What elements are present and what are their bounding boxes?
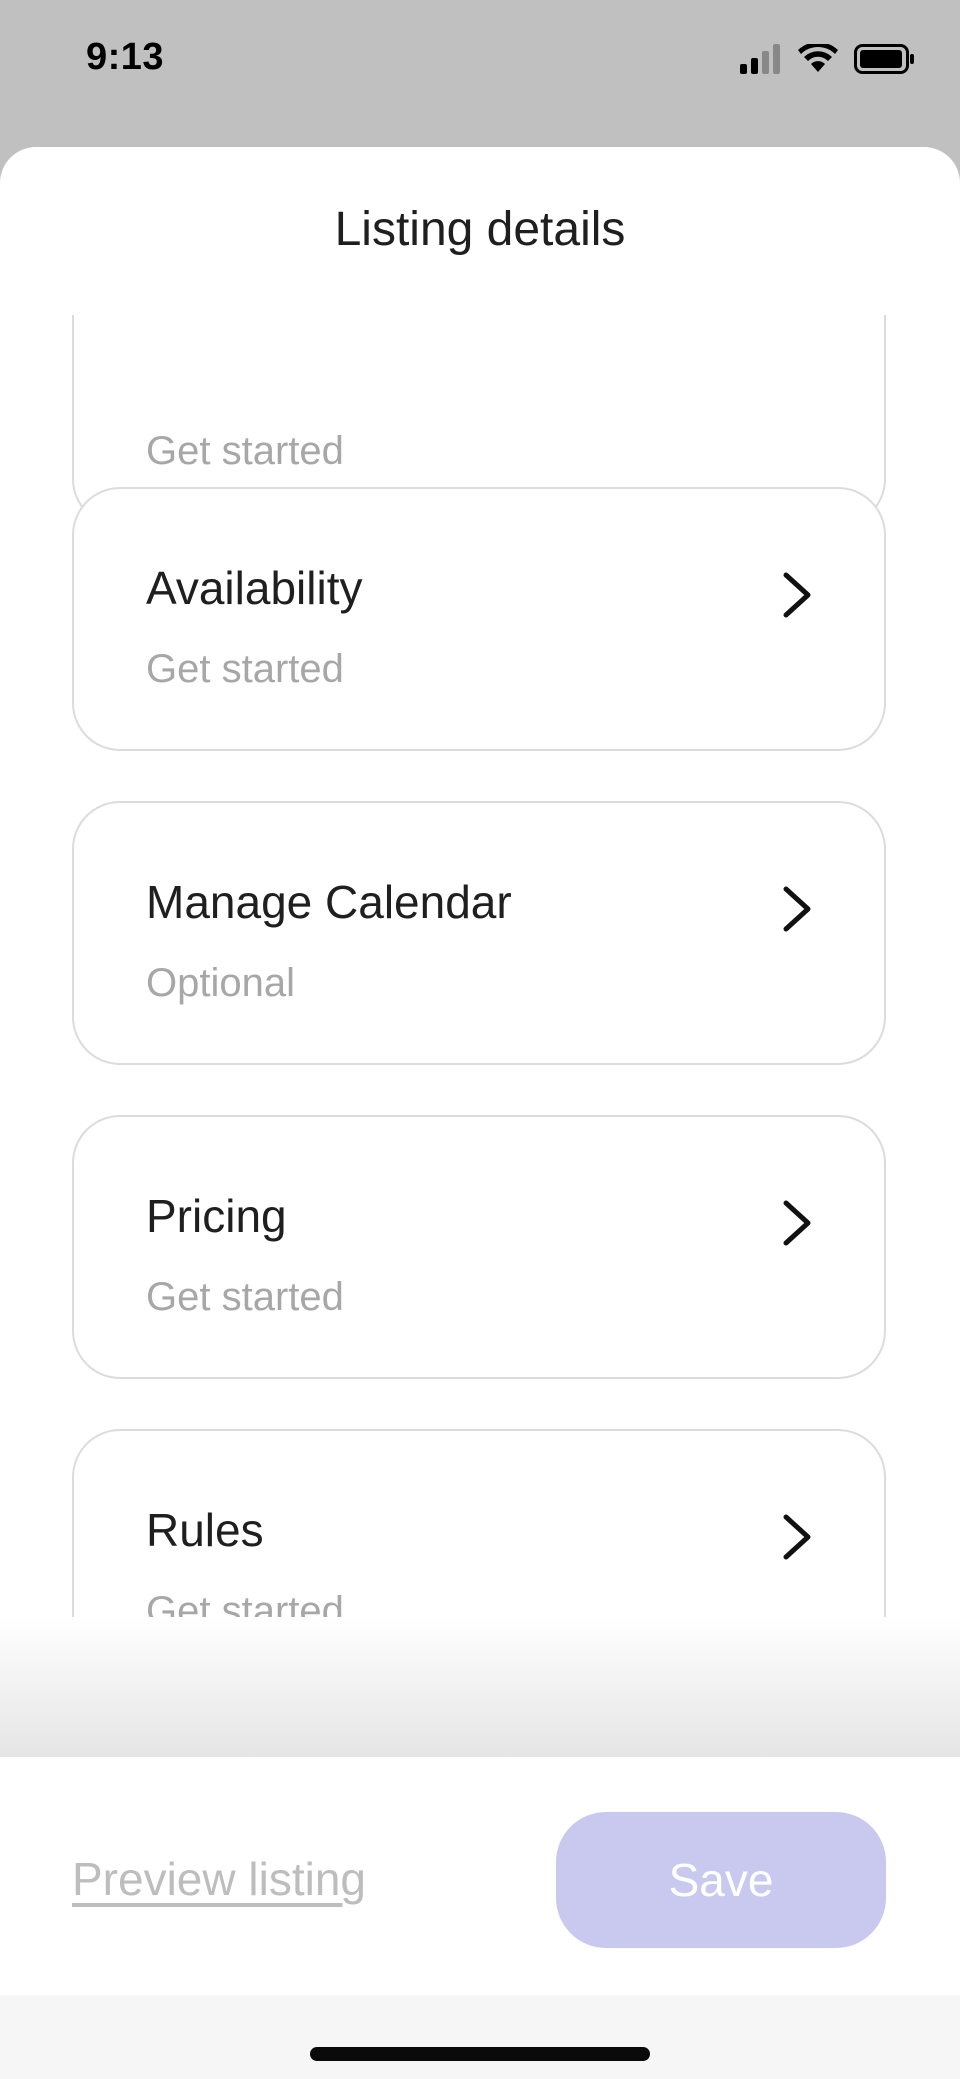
- footer-bar: Preview listing Save: [0, 1767, 960, 1995]
- wifi-icon: [798, 44, 838, 72]
- card-subtitle: Get started: [146, 647, 344, 691]
- status-icons: [740, 44, 916, 74]
- card-manage-calendar[interactable]: Manage Calendar Optional: [72, 801, 886, 1065]
- card-rules[interactable]: Rules Get started: [72, 1429, 886, 1617]
- chevron-right-icon: [783, 572, 811, 618]
- status-time: 9:13: [86, 36, 165, 78]
- card-title: Availability: [146, 562, 363, 614]
- card-title: Rules: [146, 1504, 264, 1556]
- save-button[interactable]: Save: [556, 1812, 886, 1948]
- card-title: Manage Calendar: [146, 876, 512, 928]
- home-indicator-area: [0, 1995, 960, 2079]
- status-bar: 9:13: [0, 0, 960, 130]
- scroll-fade: [0, 1617, 960, 1757]
- card-pricing[interactable]: Pricing Get started: [72, 1115, 886, 1379]
- card-subtitle: Get started: [146, 1589, 344, 1617]
- card-subtitle: Optional: [146, 961, 295, 1005]
- card-availability[interactable]: Availability Get started: [72, 487, 886, 751]
- chevron-right-icon: [783, 1514, 811, 1560]
- cards-scroll-area[interactable]: Get started Availability Get started Man…: [0, 315, 960, 1617]
- card-title: Pricing: [146, 1190, 287, 1242]
- home-indicator[interactable]: [310, 2047, 650, 2061]
- card-subtitle: Get started: [146, 1275, 344, 1319]
- chevron-right-icon: [783, 886, 811, 932]
- chevron-right-icon: [783, 1200, 811, 1246]
- listing-details-sheet: Listing details Get started Availability…: [0, 147, 960, 2079]
- card-subtitle: Get started: [146, 429, 344, 473]
- preview-listing-link[interactable]: Preview listing: [72, 1852, 366, 1906]
- cellular-signal-icon: [740, 44, 780, 74]
- sheet-title: Listing details: [334, 203, 626, 256]
- battery-icon: [854, 44, 914, 74]
